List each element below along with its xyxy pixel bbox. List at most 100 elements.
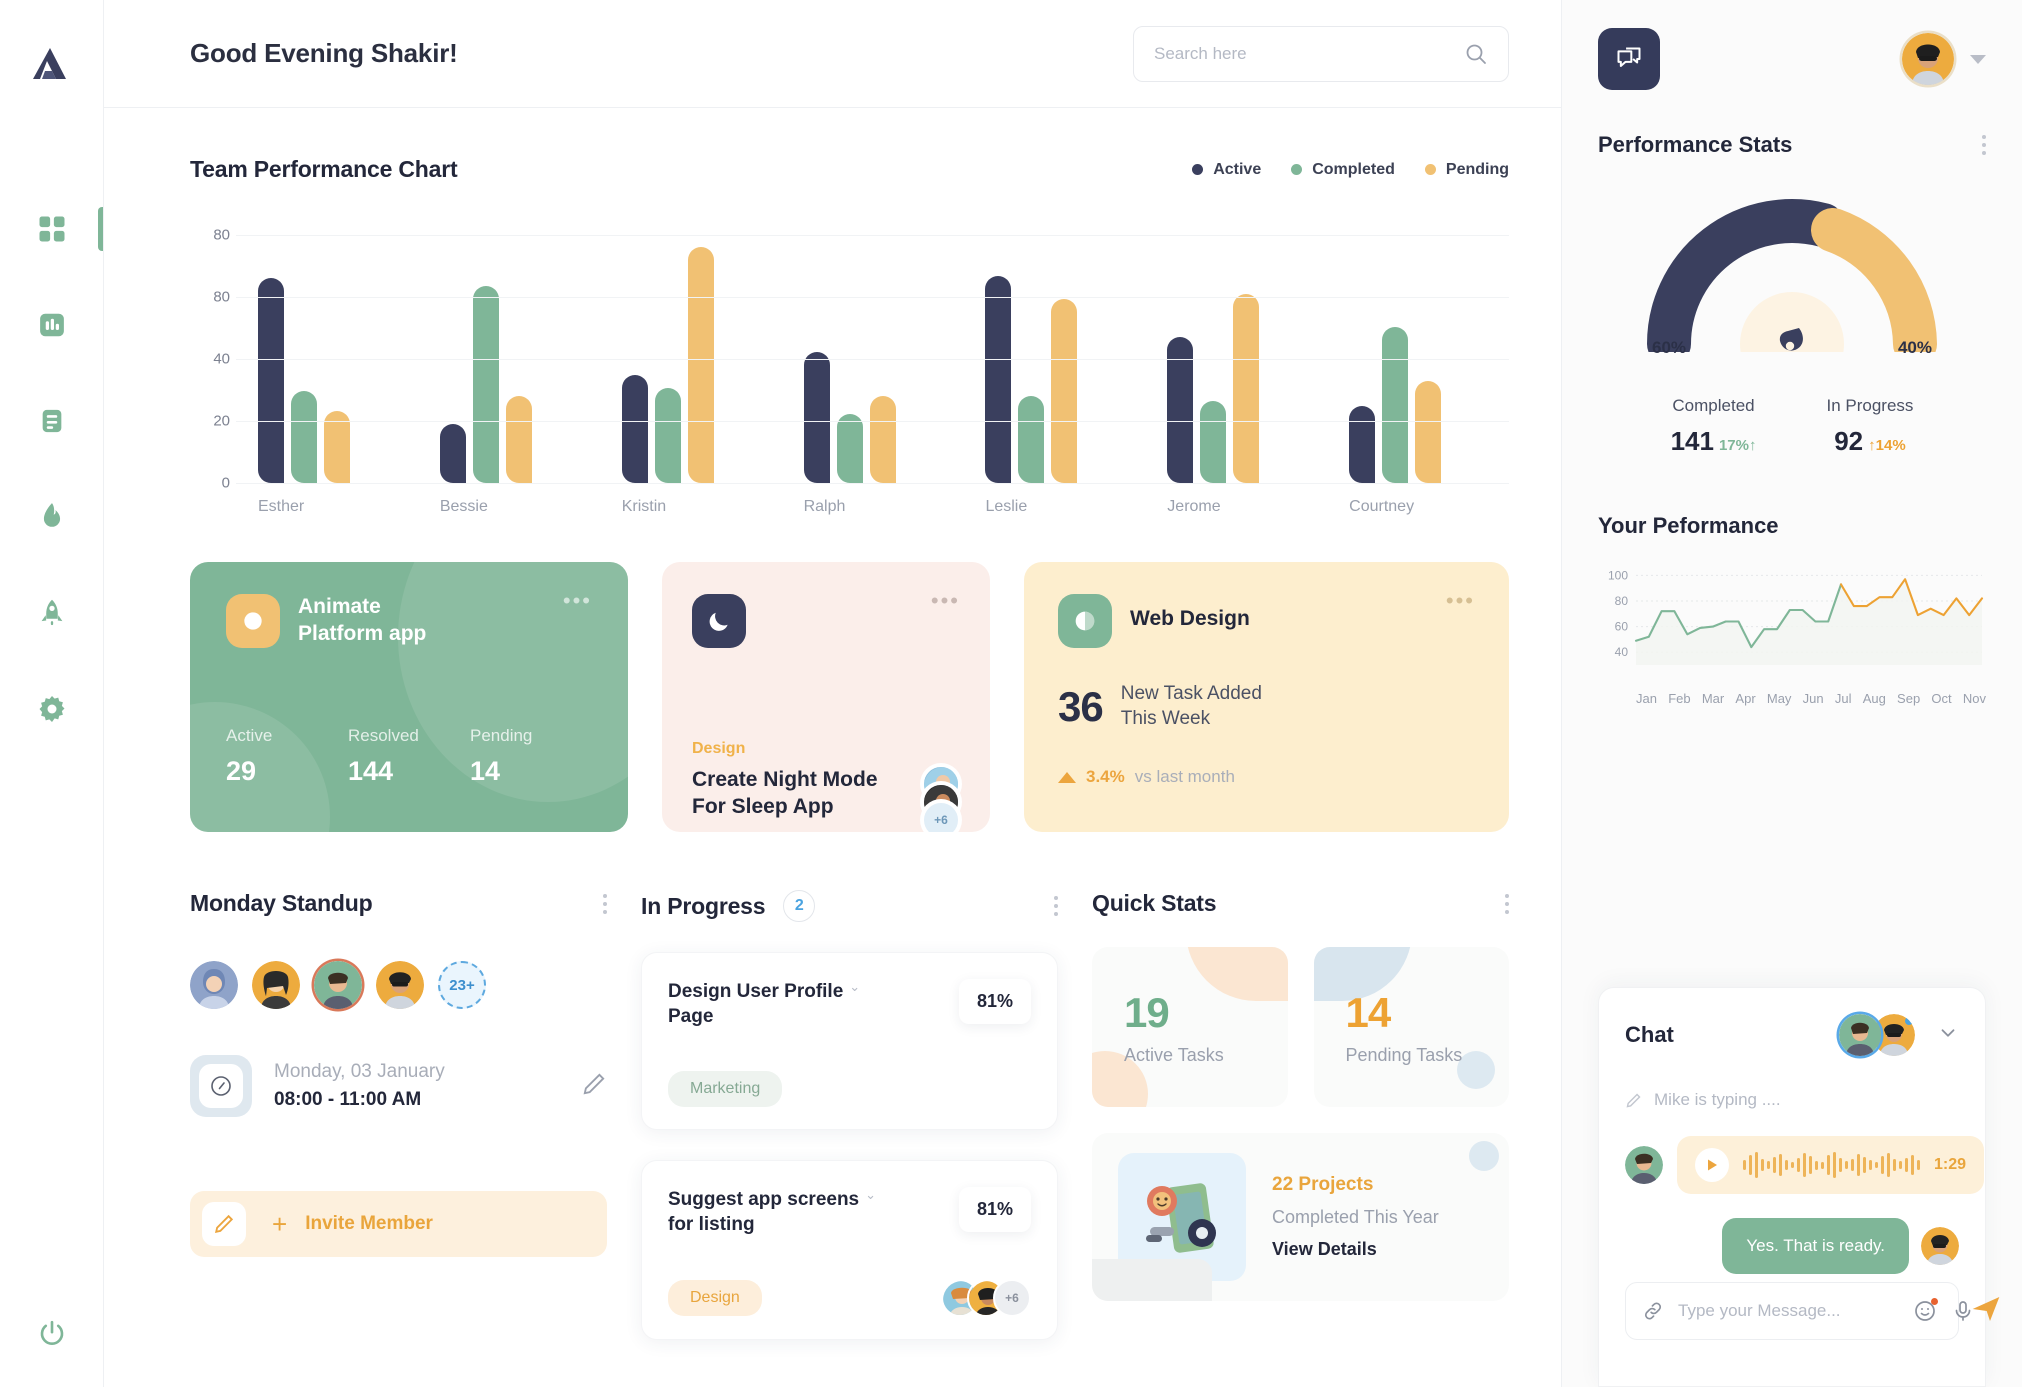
promo-title-night-mode: Create Night Mode For Sleep App: [692, 768, 878, 819]
sidebar-item-dashboard[interactable]: [0, 205, 103, 253]
sidebar-item-analytics[interactable]: [0, 301, 103, 349]
waveform-bar: [1809, 1156, 1812, 1174]
chart-bar[interactable]: [836, 413, 863, 483]
sidebar-item-documents[interactable]: [0, 397, 103, 445]
promo-card-animate-platform[interactable]: Animate Platform app ••• Active 29 Resol…: [190, 562, 628, 832]
more-horizontal-icon[interactable]: •••: [931, 589, 960, 611]
power-logout-button[interactable]: [0, 1319, 103, 1349]
power-icon: [37, 1319, 67, 1349]
task-title: Design User Profile Page: [668, 981, 844, 1028]
caret-down-icon[interactable]: [1970, 54, 1986, 64]
waveform-bar: [1875, 1162, 1878, 1168]
chart-bar[interactable]: [324, 411, 350, 483]
chat-composer[interactable]: [1625, 1282, 2000, 1340]
chevron-down-icon[interactable]: [1937, 1022, 1959, 1049]
legend-item-completed[interactable]: Completed: [1291, 161, 1395, 179]
invite-member-button[interactable]: + Invite Member: [190, 1191, 607, 1257]
sparkline-x-tick: Jan: [1636, 691, 1657, 706]
view-details-link[interactable]: View Details: [1272, 1239, 1439, 1260]
chart-bar[interactable]: [1415, 380, 1442, 483]
chart-bar[interactable]: [621, 375, 648, 483]
chart-bar[interactable]: [1233, 293, 1260, 483]
promo-stat-pending: Pending 14: [470, 726, 592, 787]
promo-card-web-design[interactable]: Web Design ••• 36 New Task Added This We…: [1024, 562, 1509, 832]
task-avatar-stack[interactable]: +6: [941, 1279, 1031, 1318]
voice-waveform: [1743, 1151, 1920, 1179]
chart-x-tick: Bessie: [439, 498, 488, 515]
chart-bar[interactable]: [803, 352, 830, 483]
avatar[interactable]: [376, 961, 424, 1009]
kebab-menu-icon[interactable]: [1054, 896, 1058, 916]
chart-bar[interactable]: [1018, 395, 1045, 483]
chart-bar[interactable]: [472, 285, 499, 483]
avatar[interactable]: [252, 961, 300, 1009]
link-icon[interactable]: [1642, 1300, 1664, 1322]
right-panel: Performance Stats 60% 40% Completed 141 …: [1562, 0, 2022, 1387]
sidebar-item-trending[interactable]: [0, 493, 103, 541]
chart-bar[interactable]: [1382, 326, 1409, 483]
chart-bar[interactable]: [1349, 406, 1376, 483]
chart-x-tick: Esther: [258, 498, 305, 515]
chart-bar[interactable]: [291, 390, 317, 483]
chat-participants[interactable]: [1839, 1014, 1915, 1056]
chart-bar[interactable]: [869, 395, 896, 483]
legend-item-active[interactable]: Active: [1192, 161, 1261, 179]
avatar[interactable]: [314, 961, 362, 1009]
waveform-bar: [1857, 1154, 1860, 1176]
performance-gauge: 60% 40% Completed 141 17%↑ In Progress 92…: [1598, 192, 1986, 457]
profile-menu[interactable]: [1902, 33, 1986, 85]
avatar[interactable]: [190, 961, 238, 1009]
chat-message-input[interactable]: [1678, 1301, 1899, 1321]
kebab-menu-icon[interactable]: [1505, 893, 1509, 914]
chart-bar[interactable]: [654, 388, 681, 483]
quick-stats-column: Quick Stats 19 Active Tasks 14 Pending T…: [1092, 890, 1509, 1340]
task-card[interactable]: Suggest app screens for listing ⌄ 81% De…: [641, 1160, 1058, 1341]
invite-plus-icon: +: [272, 1208, 288, 1239]
chart-bar[interactable]: [1051, 298, 1078, 483]
document-icon: [38, 407, 66, 435]
promo-card-night-mode[interactable]: ••• Design Create Night Mode For Sleep A…: [662, 562, 990, 832]
sidebar-item-settings[interactable]: [0, 685, 103, 733]
main-content: Good Evening Shakir! Team Performance Ch…: [104, 0, 1562, 1387]
standup-members-overflow[interactable]: 23+: [438, 961, 486, 1009]
quick-stat-card-pending[interactable]: 14 Pending Tasks: [1313, 947, 1509, 1107]
chart-bar[interactable]: [258, 278, 284, 483]
promo-title-animate: Animate Platform app: [298, 595, 427, 645]
chevron-down-icon[interactable]: ⌄: [849, 979, 860, 995]
flame-icon: [38, 502, 66, 532]
task-title: Suggest app screens for listing: [668, 1189, 860, 1236]
waveform-bar: [1821, 1161, 1824, 1169]
legend-item-pending[interactable]: Pending: [1424, 161, 1509, 179]
chart-bar-groups: [236, 213, 1509, 483]
task-card[interactable]: Design User Profile Page ⌄ 81% Marketing: [641, 952, 1058, 1131]
chart-bar[interactable]: [985, 275, 1012, 483]
chat-voice-message[interactable]: 1:29: [1625, 1136, 1985, 1194]
chart-bar[interactable]: [439, 424, 466, 483]
search-icon[interactable]: [1464, 42, 1488, 66]
chart-gridline: [236, 359, 1509, 360]
chart-bar[interactable]: [505, 395, 532, 483]
chat-windows-icon[interactable]: [1598, 28, 1660, 90]
waveform-bar: [1893, 1159, 1896, 1171]
quick-stat-card-active[interactable]: 19 Active Tasks: [1092, 947, 1288, 1107]
promo-delta-label: vs last month: [1134, 767, 1235, 787]
triangle-logo-icon[interactable]: [26, 38, 78, 90]
chevron-down-icon[interactable]: ⌄: [865, 1187, 876, 1203]
sidebar-item-launch[interactable]: [0, 589, 103, 637]
send-icon[interactable]: [1970, 1293, 2002, 1330]
pencil-icon[interactable]: [581, 1071, 607, 1102]
kebab-menu-icon[interactable]: [603, 893, 607, 914]
chart-bar[interactable]: [1200, 401, 1227, 483]
more-horizontal-icon[interactable]: •••: [563, 589, 592, 611]
search-input[interactable]: [1154, 43, 1464, 64]
gauge-legend-delta: 17%↑: [1718, 437, 1757, 454]
projects-summary-card[interactable]: 22 Projects Completed This Year View Det…: [1092, 1133, 1509, 1301]
chart-y-tick: 80: [213, 288, 230, 306]
search-box[interactable]: [1133, 25, 1509, 82]
promo-stat-resolved: Resolved 144: [348, 726, 470, 787]
chart-bar[interactable]: [687, 247, 714, 483]
more-horizontal-icon[interactable]: •••: [1446, 589, 1475, 611]
play-icon[interactable]: [1695, 1148, 1729, 1182]
smiley-icon[interactable]: [1913, 1298, 1938, 1323]
kebab-menu-icon[interactable]: [1982, 135, 1986, 155]
